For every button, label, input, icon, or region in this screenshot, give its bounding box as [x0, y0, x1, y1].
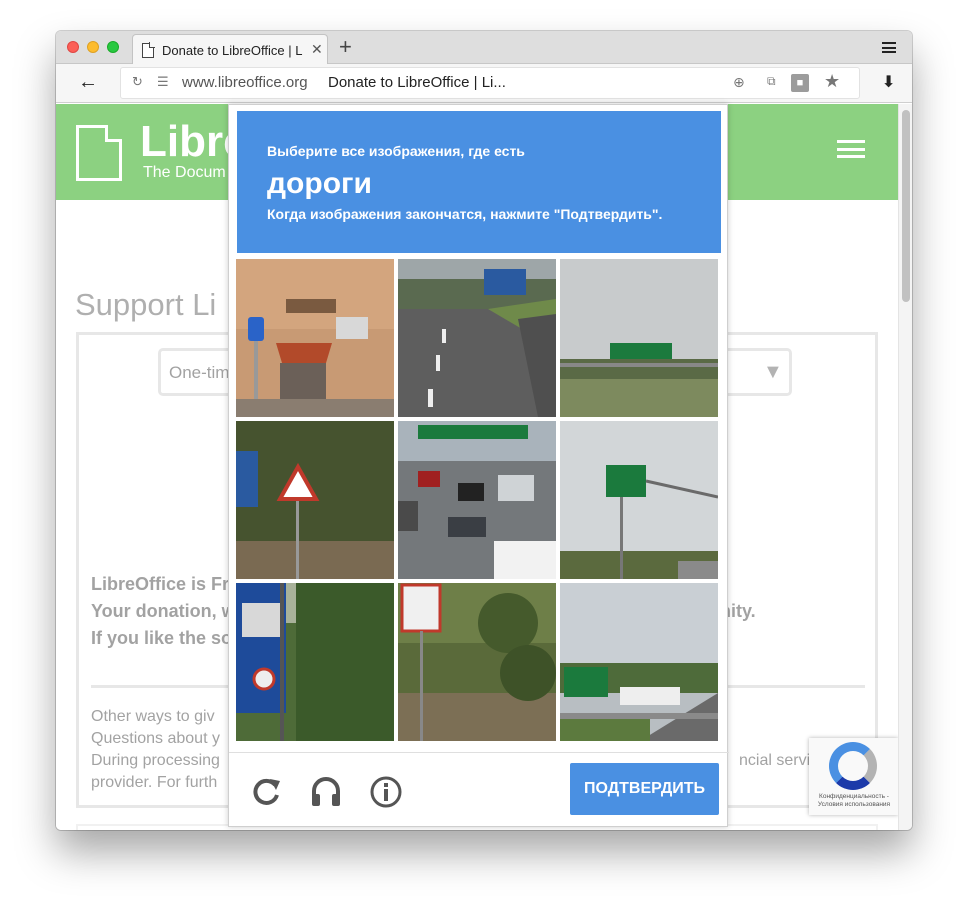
tile-image: [236, 259, 394, 417]
tab-title: Donate to LibreOffice | L: [162, 43, 303, 58]
download-icon[interactable]: ⬇: [882, 72, 895, 92]
tile-image: [398, 421, 556, 579]
minimize-window-button[interactable]: [87, 41, 99, 53]
bookmark-star-icon[interactable]: ★: [824, 71, 840, 92]
info-icon[interactable]: [369, 775, 403, 809]
challenge-footer-divider: [229, 752, 729, 753]
page-scrollbar[interactable]: [898, 104, 912, 830]
browser-menu-icon[interactable]: [882, 42, 896, 53]
recaptcha-challenge: Выберите все изображения, где есть дорог…: [228, 104, 729, 827]
document-icon: [142, 42, 155, 58]
lock-icon[interactable]: ■: [791, 74, 809, 92]
image-tile[interactable]: [560, 583, 718, 741]
verify-button[interactable]: ПОДТВЕРДИТЬ: [570, 763, 719, 815]
translate-icon[interactable]: ⧉: [767, 74, 776, 89]
recaptcha-logo-icon: [829, 742, 877, 790]
tile-image: [236, 583, 394, 741]
tab-donate[interactable]: Donate to LibreOffice | L ✕: [132, 34, 328, 65]
challenge-header: Выберите все изображения, где есть дорог…: [237, 111, 721, 253]
recaptcha-badge[interactable]: Конфиденциальность - Условия использован…: [809, 738, 898, 815]
tab-strip: Donate to LibreOffice | L ✕ +: [56, 31, 912, 65]
tile-image: [560, 259, 718, 417]
reload-icon[interactable]: [249, 775, 283, 809]
challenge-hint: Когда изображения закончатся, нажмите "П…: [267, 206, 663, 222]
new-tab-button[interactable]: +: [339, 34, 352, 60]
image-tile[interactable]: [560, 421, 718, 579]
back-button[interactable]: ←: [78, 72, 98, 92]
address-bar[interactable]: ↻ ☰ www.libreoffice.org Donate to LibreO…: [120, 67, 860, 99]
image-tile[interactable]: [398, 259, 556, 417]
tile-image: [236, 421, 394, 579]
zoom-icon[interactable]: ⊕: [733, 74, 745, 91]
image-tile[interactable]: [236, 583, 394, 741]
zoom-window-button[interactable]: [107, 41, 119, 53]
tab-close-icon[interactable]: ✕: [311, 41, 323, 57]
scrollbar-thumb[interactable]: [902, 110, 910, 302]
badge-privacy-text: Конфиденциальность - Условия использован…: [817, 793, 891, 808]
image-tile[interactable]: [236, 421, 394, 579]
tile-image: [560, 583, 718, 741]
image-tile[interactable]: [236, 259, 394, 417]
challenge-instruction: Выберите все изображения, где есть: [267, 143, 525, 159]
close-window-button[interactable]: [67, 41, 79, 53]
image-tile[interactable]: [560, 259, 718, 417]
tile-image: [398, 259, 556, 417]
browser-window: Donate to LibreOffice | L ✕ + ← ↻ ☰ www.…: [56, 31, 912, 830]
image-tile[interactable]: [398, 583, 556, 741]
challenge-keyword: дороги: [267, 167, 372, 200]
browser-toolbar: ← ↻ ☰ www.libreoffice.org Donate to Libr…: [56, 64, 912, 103]
tile-image: [398, 583, 556, 741]
reload-icon[interactable]: ↻: [132, 74, 143, 90]
image-grid: [236, 259, 722, 745]
reader-view-icon[interactable]: ☰: [157, 74, 169, 90]
url-domain: www.libreoffice.org: [182, 74, 308, 91]
image-tile[interactable]: [398, 421, 556, 579]
headphones-icon[interactable]: [309, 775, 343, 809]
tile-image: [560, 421, 718, 579]
url-page-title: Donate to LibreOffice | Li...: [328, 74, 506, 91]
